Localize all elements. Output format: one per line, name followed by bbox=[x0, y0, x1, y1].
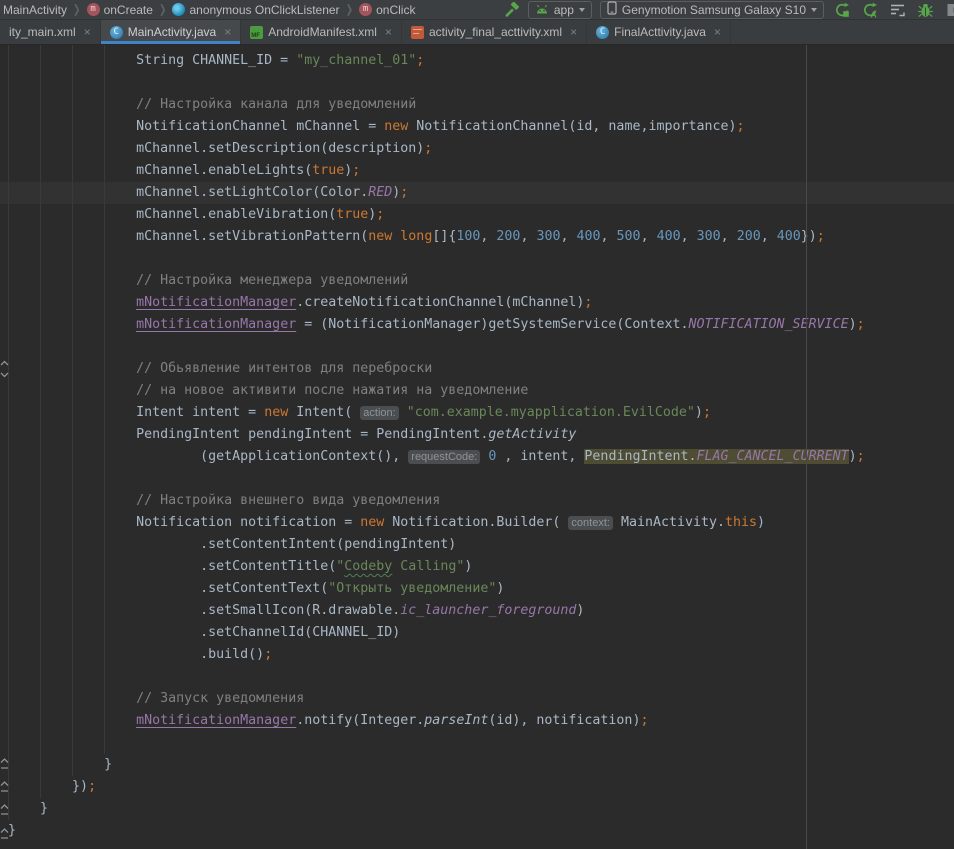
phone-icon bbox=[607, 1, 617, 18]
profile-icon[interactable] bbox=[945, 2, 954, 18]
device-label: Genymotion Samsung Galaxy S10 bbox=[622, 3, 806, 17]
code-line[interactable]: // Настройка внешнего вида уведомления bbox=[0, 490, 954, 512]
fold-marker-icon[interactable] bbox=[0, 780, 9, 798]
code-line[interactable]: mChannel.enableLights(true); bbox=[0, 160, 954, 182]
code-line-caret[interactable]: mChannel.setLightColor(Color.RED); bbox=[0, 182, 954, 204]
tab-finalacttivity-java[interactable]: C FinalActtivity.java × bbox=[587, 20, 731, 44]
device-select[interactable]: Genymotion Samsung Galaxy S10 bbox=[600, 1, 824, 19]
code-line[interactable]: (getApplicationContext(), requestCode: 0… bbox=[0, 446, 954, 468]
close-icon[interactable]: × bbox=[385, 25, 392, 39]
run-configuration-label: app bbox=[554, 3, 574, 17]
code-line[interactable] bbox=[0, 666, 954, 688]
debug-icon[interactable] bbox=[918, 2, 933, 18]
build-hammer-icon[interactable] bbox=[504, 2, 520, 18]
run-toolbar: app Genymotion Samsung Galaxy S10 bbox=[496, 0, 954, 19]
android-studio-window: MainActivity ❯ m onCreate ❯ anonymous OnClick… bbox=[0, 0, 954, 849]
code-line[interactable]: .setContentIntent(pendingIntent) bbox=[0, 534, 954, 556]
close-icon[interactable]: × bbox=[570, 25, 577, 39]
code-line[interactable]: // на новое активити после нажатия на ув… bbox=[0, 380, 954, 402]
code-line[interactable] bbox=[0, 732, 954, 754]
code-line[interactable]: String CHANNEL_ID = "my_channel_01"; bbox=[0, 50, 954, 72]
profiler-icon[interactable] bbox=[890, 2, 906, 18]
breadcrumb: MainActivity ❯ m onCreate ❯ anonymous OnClick… bbox=[3, 3, 415, 17]
code-line[interactable]: // Настройка менеджера уведомлений bbox=[0, 270, 954, 292]
tab-label: AndroidManifest.xml bbox=[268, 25, 377, 39]
code-line[interactable]: } bbox=[0, 820, 954, 842]
apply-changes-restart-icon[interactable] bbox=[834, 2, 850, 18]
fold-marker-icon[interactable] bbox=[0, 827, 9, 845]
code-line[interactable]: mChannel.setVibrationPattern(new long[]{… bbox=[0, 226, 954, 248]
breadcrumb-label: anonymous OnClickListener bbox=[189, 3, 339, 17]
main-toolbar: MainActivity ❯ m onCreate ❯ anonymous OnClick… bbox=[0, 0, 954, 20]
close-icon[interactable]: × bbox=[84, 25, 91, 39]
android-icon bbox=[535, 3, 549, 17]
breadcrumb-label: onClick bbox=[376, 3, 415, 17]
code-line[interactable]: // Настройка канала для уведомлений bbox=[0, 94, 954, 116]
code-line[interactable]: // Обьявление интентов для переброски bbox=[0, 358, 954, 380]
code-line[interactable]: NotificationChannel mChannel = new Notif… bbox=[0, 116, 954, 138]
manifest-icon: MF bbox=[250, 26, 263, 39]
close-icon[interactable]: × bbox=[714, 25, 721, 39]
breadcrumb-separator-icon: ❯ bbox=[346, 2, 354, 16]
anonymous-class-icon bbox=[172, 3, 185, 16]
code-line[interactable]: mNotificationManager.notify(Integer.pars… bbox=[0, 710, 954, 732]
breadcrumb-item[interactable]: anonymous OnClickListener bbox=[172, 3, 339, 17]
tab-mainactivity-java[interactable]: C MainActivity.java × bbox=[101, 20, 242, 44]
code-line[interactable]: PendingIntent pendingIntent = PendingInt… bbox=[0, 424, 954, 446]
breadcrumb-item[interactable]: m onCreate bbox=[87, 3, 153, 17]
layout-xml-icon bbox=[411, 26, 424, 39]
tab-label: activity_final_acttivity.xml bbox=[429, 25, 562, 39]
code-line[interactable]: Intent intent = new Intent( action: "com… bbox=[0, 402, 954, 424]
run-configuration-select[interactable]: app bbox=[528, 1, 592, 19]
fold-marker-icon[interactable] bbox=[0, 358, 9, 385]
method-icon: m bbox=[87, 3, 100, 16]
run-action-icons: A bbox=[834, 2, 954, 18]
apply-code-changes-icon[interactable]: A bbox=[862, 2, 878, 18]
code-lines[interactable]: String CHANNEL_ID = "my_channel_01"; // … bbox=[0, 45, 954, 842]
fold-marker-icon[interactable] bbox=[0, 757, 9, 775]
breadcrumb-item[interactable]: m onClick bbox=[359, 3, 415, 17]
breadcrumb-item[interactable]: MainActivity bbox=[3, 3, 67, 17]
code-line[interactable]: .setContentText("Открыть уведомление") bbox=[0, 578, 954, 600]
code-line[interactable] bbox=[0, 248, 954, 270]
breadcrumb-separator-icon: ❯ bbox=[159, 2, 167, 16]
chevron-down-icon bbox=[579, 8, 585, 12]
code-line[interactable]: mChannel.enableVibration(true); bbox=[0, 204, 954, 226]
tab-label: FinalActtivity.java bbox=[614, 25, 706, 39]
fold-marker-icon[interactable] bbox=[0, 803, 9, 821]
tab-ity-main-xml[interactable]: ity_main.xml × bbox=[0, 20, 101, 44]
breadcrumb-label: onCreate bbox=[104, 3, 153, 17]
code-line[interactable] bbox=[0, 336, 954, 358]
code-line[interactable]: } bbox=[0, 754, 954, 776]
chevron-down-icon bbox=[811, 8, 817, 12]
code-line[interactable]: }); bbox=[0, 776, 954, 798]
editor-tab-bar: ity_main.xml × C MainActivity.java × MF Androi… bbox=[0, 20, 954, 45]
tab-androidmanifest-xml[interactable]: MF AndroidManifest.xml × bbox=[241, 20, 402, 44]
close-icon[interactable]: × bbox=[224, 25, 231, 39]
code-line[interactable]: } bbox=[0, 798, 954, 820]
code-line[interactable]: Notification notification = new Notifica… bbox=[0, 512, 954, 534]
java-class-icon: C bbox=[596, 26, 609, 39]
code-line[interactable]: .setContentTitle("Codeby Calling") bbox=[0, 556, 954, 578]
tab-label: ity_main.xml bbox=[9, 25, 76, 39]
code-line[interactable]: .setChannelId(CHANNEL_ID) bbox=[0, 622, 954, 644]
code-line[interactable]: mNotificationManager.createNotificationC… bbox=[0, 292, 954, 314]
code-line[interactable]: mChannel.setDescription(description); bbox=[0, 138, 954, 160]
code-line[interactable] bbox=[0, 468, 954, 490]
code-line[interactable]: .build(); bbox=[0, 644, 954, 666]
tab-label: MainActivity.java bbox=[128, 25, 216, 39]
code-line[interactable]: .setSmallIcon(R.drawable.ic_launcher_for… bbox=[0, 600, 954, 622]
svg-text:A: A bbox=[871, 9, 877, 18]
tab-activity-final-acttivity-xml[interactable]: activity_final_acttivity.xml × bbox=[402, 20, 587, 44]
method-icon: m bbox=[359, 3, 372, 16]
breadcrumb-separator-icon: ❯ bbox=[73, 2, 81, 16]
code-line[interactable]: mNotificationManager = (NotificationMana… bbox=[0, 314, 954, 336]
code-editor[interactable]: String CHANNEL_ID = "my_channel_01"; // … bbox=[0, 45, 954, 849]
java-class-icon: C bbox=[110, 26, 123, 39]
code-line[interactable] bbox=[0, 72, 954, 94]
code-line[interactable]: // Запуск уведомления bbox=[0, 688, 954, 710]
breadcrumb-label: MainActivity bbox=[3, 3, 67, 17]
